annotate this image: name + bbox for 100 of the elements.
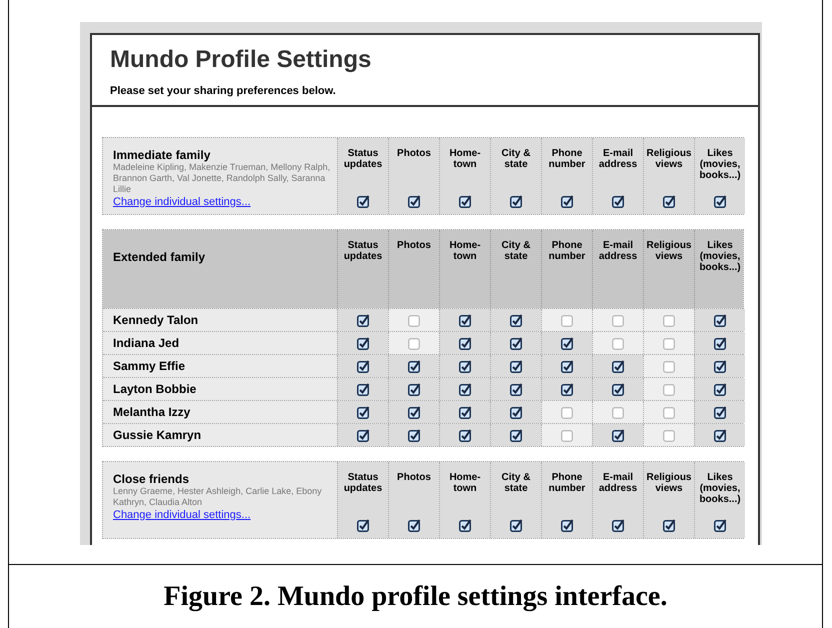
group-members: Lenny Graeme, Hester Ashleigh, Carlie Lake, Ebony Kathryn, Claudia Alton: [113, 486, 323, 508]
checkbox[interactable]: [408, 314, 420, 326]
checkbox[interactable]: [510, 428, 522, 442]
checkbox[interactable]: [662, 428, 676, 442]
person-name: Sammy Effie: [113, 358, 186, 375]
person-name: Kennedy Talon: [113, 312, 198, 329]
checkbox[interactable]: [662, 406, 676, 418]
checkbox[interactable]: [356, 336, 370, 350]
column-header: Photos: [396, 240, 432, 251]
checkbox[interactable]: [510, 519, 522, 532]
checkbox[interactable]: [560, 314, 574, 326]
checkbox[interactable]: [612, 336, 624, 350]
checkbox[interactable]: [356, 406, 370, 418]
checkbox[interactable]: [662, 336, 676, 350]
checkbox[interactable]: [458, 519, 472, 532]
person-name: Gussie Kamryn: [113, 427, 202, 444]
checkbox[interactable]: [458, 336, 472, 350]
checkbox[interactable]: [662, 314, 676, 326]
column-header: E-mail address: [598, 240, 638, 262]
checkbox[interactable]: [714, 406, 726, 418]
checkbox[interactable]: [510, 195, 522, 208]
checkbox[interactable]: [662, 195, 676, 208]
checkbox[interactable]: [612, 382, 624, 396]
checkbox[interactable]: [612, 428, 624, 442]
column-header: City & state: [500, 240, 532, 262]
checkbox[interactable]: [408, 428, 420, 442]
group-name: Extended family: [113, 249, 206, 266]
checkbox[interactable]: [714, 519, 726, 532]
checkbox[interactable]: [458, 382, 472, 396]
checkbox[interactable]: [356, 360, 370, 372]
checkbox[interactable]: [408, 382, 420, 396]
checkbox[interactable]: [408, 195, 420, 208]
checkbox[interactable]: [662, 519, 676, 532]
column-header: Religious views: [645, 240, 692, 262]
column-header: Photos: [396, 472, 432, 483]
column-header: E-mail address: [598, 148, 638, 170]
checkbox[interactable]: [356, 382, 370, 396]
column-header: Likes (movies, books...): [698, 148, 742, 181]
checkbox[interactable]: [560, 519, 574, 532]
checkbox[interactable]: [356, 195, 370, 208]
checkbox[interactable]: [510, 314, 522, 326]
page-subtitle: Please set your sharing preferences below.: [110, 84, 336, 99]
column-header: Status updates: [342, 472, 384, 494]
checkbox[interactable]: [714, 314, 726, 326]
column-header: E-mail address: [598, 472, 638, 494]
checkbox[interactable]: [408, 336, 420, 350]
checkbox[interactable]: [458, 406, 472, 418]
checkbox[interactable]: [612, 406, 624, 418]
checkbox[interactable]: [612, 195, 624, 208]
checkbox[interactable]: [560, 195, 574, 208]
checkbox[interactable]: [714, 428, 726, 442]
person-name: Indiana Jed: [113, 335, 180, 352]
checkbox[interactable]: [612, 519, 624, 532]
column-header: Home-town: [448, 472, 482, 494]
checkbox[interactable]: [560, 428, 574, 442]
checkbox[interactable]: [458, 428, 472, 442]
change-settings-link[interactable]: Change individual settings...: [113, 508, 251, 522]
figure-caption: Figure 2. Mundo profile settings interface.: [164, 580, 668, 614]
column-header: City & state: [500, 472, 532, 494]
column-header: Photos: [396, 148, 432, 159]
checkbox[interactable]: [714, 382, 726, 396]
column-header: Religious views: [645, 472, 692, 494]
checkbox[interactable]: [612, 360, 624, 372]
checkbox[interactable]: [714, 360, 726, 372]
checkbox[interactable]: [560, 406, 574, 418]
checkbox[interactable]: [458, 360, 472, 372]
checkbox[interactable]: [356, 519, 370, 532]
person-name: Layton Bobbie: [113, 381, 196, 398]
checkbox[interactable]: [510, 360, 522, 372]
checkbox[interactable]: [458, 314, 472, 326]
checkbox[interactable]: [458, 195, 472, 208]
checkbox[interactable]: [560, 336, 574, 350]
column-header: Phone number: [548, 472, 586, 494]
checkbox[interactable]: [408, 406, 420, 418]
checkbox[interactable]: [356, 314, 370, 326]
checkbox[interactable]: [612, 314, 624, 326]
group-name: Immediate family: [113, 148, 210, 162]
column-header: Likes (movies, books...): [698, 240, 742, 273]
checkbox[interactable]: [510, 382, 522, 396]
checkbox[interactable]: [408, 360, 420, 372]
column-header: Phone number: [548, 240, 586, 262]
page-title: Mundo Profile Settings: [110, 45, 372, 75]
checkbox[interactable]: [510, 406, 522, 418]
checkbox[interactable]: [662, 382, 676, 396]
checkbox[interactable]: [714, 336, 726, 350]
checkbox[interactable]: [714, 195, 726, 208]
checkbox[interactable]: [560, 360, 574, 372]
column-header: Status updates: [342, 240, 384, 262]
column-header: Phone number: [548, 148, 586, 170]
column-header: Religious views: [645, 148, 692, 170]
change-settings-link[interactable]: Change individual settings...: [113, 195, 251, 209]
checkbox[interactable]: [356, 428, 370, 442]
checkbox[interactable]: [560, 382, 574, 396]
checkbox[interactable]: [408, 519, 420, 532]
checkbox[interactable]: [662, 360, 676, 372]
checkbox[interactable]: [510, 336, 522, 350]
column-header: Home-town: [448, 148, 482, 170]
column-header: Likes (movies, books...): [698, 472, 742, 505]
column-header: Status updates: [342, 148, 384, 170]
person-name: Melantha Izzy: [113, 404, 190, 421]
